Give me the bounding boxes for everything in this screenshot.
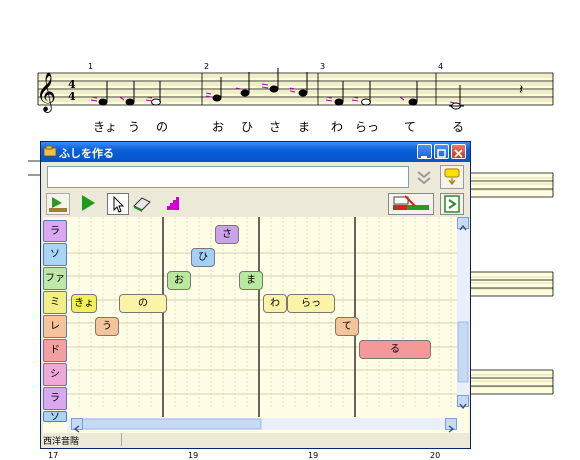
bottom-number: 17 bbox=[48, 451, 59, 460]
horizontal-scroll-thumb[interactable] bbox=[83, 419, 261, 429]
exit-button[interactable] bbox=[440, 193, 464, 215]
insert-button[interactable] bbox=[440, 165, 464, 189]
download-icon bbox=[444, 168, 460, 186]
lyric: う bbox=[128, 120, 141, 134]
lyric: ま bbox=[298, 120, 311, 134]
bottom-number: 19 bbox=[188, 451, 199, 460]
bottom-number: 20 bbox=[430, 451, 441, 460]
pitch-key-so[interactable]: ソ bbox=[43, 243, 67, 266]
note-block[interactable]: きょ bbox=[71, 294, 97, 313]
scroll-left-button[interactable] bbox=[71, 418, 83, 433]
staircase-icon bbox=[165, 197, 179, 210]
status-divider bbox=[121, 433, 122, 446]
lyric: きょ bbox=[93, 120, 118, 134]
lyric: さ bbox=[269, 120, 282, 134]
lyric: て bbox=[404, 120, 417, 134]
lyric: らっ bbox=[355, 120, 380, 134]
pitch-key-la[interactable]: ラ bbox=[43, 220, 67, 242]
status-bar: 西洋音階 bbox=[43, 433, 469, 447]
play-step-icon bbox=[49, 197, 67, 212]
chevron-left-icon bbox=[73, 425, 80, 433]
pitch-key-la-low[interactable]: ラ bbox=[43, 387, 67, 410]
maximize-button[interactable] bbox=[434, 144, 449, 159]
chevron-up-icon bbox=[459, 224, 467, 231]
measure-number: 1 bbox=[88, 62, 94, 71]
note-block[interactable]: わ bbox=[263, 294, 287, 313]
lyric: お bbox=[212, 120, 225, 134]
note-block[interactable]: さ bbox=[215, 225, 239, 244]
pointer-icon bbox=[113, 195, 125, 213]
minimize-button[interactable] bbox=[417, 144, 432, 159]
eraser-icon bbox=[133, 197, 151, 212]
app-icon bbox=[44, 146, 56, 157]
maximize-icon bbox=[437, 149, 446, 158]
eraser-tool-button[interactable] bbox=[131, 193, 155, 215]
time-signature-bottom: 4 bbox=[68, 90, 76, 103]
scroll-up-button[interactable] bbox=[457, 217, 469, 231]
note-block[interactable]: る bbox=[359, 340, 431, 359]
note-block[interactable]: ひ bbox=[191, 248, 215, 267]
chevron-down-icon bbox=[459, 403, 467, 410]
chevron-right-icon bbox=[448, 425, 455, 433]
lyric: の bbox=[156, 120, 169, 134]
title-bar[interactable]: ふしを作る bbox=[41, 142, 470, 162]
bottom-number: 19 bbox=[308, 451, 319, 460]
treble-clef-icon: 𝄞 bbox=[36, 72, 56, 113]
exit-icon bbox=[444, 195, 460, 213]
minimize-icon bbox=[421, 156, 427, 158]
pitch-key-do[interactable]: ド bbox=[43, 339, 67, 362]
play-button[interactable] bbox=[77, 193, 101, 215]
note-block[interactable]: らっ bbox=[287, 294, 335, 313]
note-block[interactable]: う bbox=[95, 317, 119, 336]
pitch-key-fa[interactable]: ファ bbox=[43, 267, 67, 290]
staircase-tool-button[interactable] bbox=[161, 193, 185, 215]
pen-icon bbox=[393, 195, 429, 210]
dialog-title: ふしを作る bbox=[59, 147, 114, 160]
play-icon bbox=[82, 195, 95, 211]
note-block[interactable]: お bbox=[167, 271, 191, 290]
lyrics-input[interactable] bbox=[47, 166, 409, 188]
scroll-right-button[interactable] bbox=[445, 418, 457, 433]
lyric: る bbox=[452, 120, 465, 134]
pitch-key-re[interactable]: レ bbox=[43, 315, 67, 338]
note-block[interactable]: の bbox=[119, 294, 167, 313]
scale-status: 西洋音階 bbox=[43, 437, 80, 447]
lyric: わ bbox=[331, 120, 344, 134]
note-block[interactable]: ま bbox=[239, 271, 263, 290]
pitch-key-mi[interactable]: ミ bbox=[43, 291, 67, 314]
select-tool-button[interactable] bbox=[107, 193, 129, 215]
quarter-rest-icon: 𝄽 bbox=[519, 82, 523, 98]
piano-roll: ラ ソ ファ ミ レ ド シ ラ ソ さ ひ お ま きょ の わ らっ う て… bbox=[43, 217, 469, 433]
lyric: ひ bbox=[241, 120, 254, 134]
play-from-start-button[interactable] bbox=[46, 193, 70, 215]
melody-dialog: ふしを作る ラ ソ ファ ミ レ ド シ ラ ソ さ ひ お ま きょ の わ … bbox=[40, 141, 471, 449]
chevron-down-icon bbox=[417, 171, 431, 185]
pitch-key-so-low[interactable]: ソ bbox=[43, 411, 67, 422]
top-staff: 𝄞 4 4 𝄽 bbox=[36, 68, 554, 113]
measure-number: 4 bbox=[438, 62, 444, 71]
note-block[interactable]: て bbox=[335, 317, 359, 336]
dropdown-button[interactable] bbox=[413, 166, 435, 188]
measure-number: 2 bbox=[204, 62, 210, 71]
scroll-down-button[interactable] bbox=[457, 395, 469, 410]
pen-tool-button[interactable] bbox=[388, 193, 434, 215]
vertical-scroll-thumb[interactable] bbox=[458, 322, 468, 382]
measure-number: 3 bbox=[320, 62, 326, 71]
close-icon bbox=[454, 149, 463, 158]
close-button[interactable] bbox=[451, 144, 466, 159]
pitch-key-si[interactable]: シ bbox=[43, 363, 67, 386]
